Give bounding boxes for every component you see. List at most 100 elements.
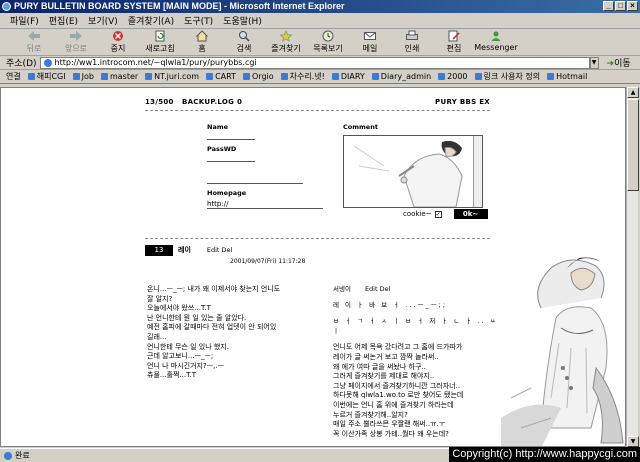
- stop-button[interactable]: 중지: [98, 30, 138, 54]
- name-field[interactable]: [207, 139, 255, 140]
- scroll-thumb[interactable]: [627, 99, 639, 191]
- menu-tools[interactable]: 도구(T): [184, 14, 213, 27]
- favorites-button[interactable]: 즐겨찾기: [266, 30, 306, 54]
- reply-line: 누르거 즐겨찾기해..알지?: [333, 410, 408, 419]
- edit-icon: [448, 30, 460, 42]
- stop-icon: [113, 31, 123, 41]
- history-icon: [322, 30, 334, 42]
- refresh-button[interactable]: 새로고침: [140, 30, 180, 54]
- home-button[interactable]: 홈: [182, 30, 222, 54]
- divider: [145, 238, 490, 239]
- forward-button[interactable]: 앞으로: [56, 30, 96, 54]
- password-field[interactable]: [207, 161, 255, 162]
- mail-button[interactable]: 메일: [350, 30, 390, 54]
- comment-scrollbar[interactable]: [473, 136, 482, 207]
- post-body: 온니...ㅡ_ㅡ; 내가 왜 이제서야 찾는지 언니도 잘 알지? 오늘에서야 …: [147, 285, 317, 381]
- link-item[interactable]: Hotmail: [547, 72, 587, 81]
- link-item[interactable]: 차수리.넷!: [280, 71, 325, 82]
- reply-spaced-line: 레 이 ㅏ 바 보 ㅓ ...ㅡ_ㅡ;;: [333, 300, 448, 309]
- cookie-checkbox[interactable]: ✓: [434, 210, 442, 218]
- menu-file[interactable]: 파일(F): [10, 14, 39, 27]
- homepage-field[interactable]: http://: [207, 200, 327, 208]
- toolbar: 뒤로 앞으로 중지 새로고침 홈 검색 즐겨찾기 목록보기 메일 인쇄 편집 M…: [0, 30, 640, 56]
- comment-area: Comment: [343, 123, 488, 208]
- link-item[interactable]: 해피CGI: [27, 71, 66, 82]
- back-arrow-icon: [28, 31, 40, 41]
- menu-edit[interactable]: 편집(E): [49, 14, 78, 27]
- vertical-scrollbar[interactable]: ▲ ▼: [626, 87, 639, 447]
- search-button[interactable]: 검색: [224, 30, 264, 54]
- reply-line: 하다못해 qlwla1.wo.to 로만 찾어도 됐는데: [333, 391, 464, 400]
- cookie-label: cookie~: [403, 210, 432, 218]
- page-icon: [100, 73, 108, 80]
- page-icon: [206, 73, 214, 80]
- link-item[interactable]: DIARY: [331, 72, 365, 81]
- scroll-down-button[interactable]: ▼: [627, 436, 639, 447]
- link-item[interactable]: NT.juri.com: [145, 72, 199, 81]
- link-item[interactable]: Job: [72, 72, 94, 81]
- cookie-row: cookie~ ✓ 0k~: [403, 209, 488, 219]
- history-button[interactable]: 목록보기: [308, 30, 348, 54]
- reply-header: 서넹이 Edit Del: [333, 285, 508, 295]
- maximize-button[interactable]: □: [615, 1, 626, 11]
- link-item[interactable]: 링크 사용자 정의: [474, 71, 540, 82]
- reply-line: 레이가 글 써논거 보고 깜짝 놀라써..: [333, 352, 439, 361]
- reply-spaced-line: ㅂ ㅓ ㄱ ㅓ ㅅ ㅣ ㅂ ㅓ 저 ㅏ ㄴ ㅏ .. ㅆ ㅣ: [333, 317, 498, 335]
- go-arrow-icon: ➜: [606, 59, 615, 69]
- board-brand: PURY BBS EX: [435, 98, 490, 106]
- window-controls: _ □ ×: [603, 1, 638, 11]
- post-number: 13: [145, 244, 173, 256]
- reply-line: 왜 에가 여따 글을 써놨나 하구..: [333, 362, 426, 371]
- reply-block: 서넹이 Edit Del 레 이 ㅏ 바 보 ㅓ ...ㅡ_ㅡ;; ㅂ ㅓ ㄱ …: [333, 285, 508, 439]
- post-count: 13/500 BACKUP.LOG 0: [145, 98, 243, 106]
- link-item[interactable]: 2000: [438, 72, 468, 81]
- messenger-button[interactable]: Messenger: [474, 30, 518, 52]
- post-author: 레이: [178, 246, 191, 254]
- post-entry: 13 레이 Edit Del 2001/09/07(Fri) 11:17:28: [145, 234, 490, 265]
- reply-line: 언니도 어제 목욕 갔다려고 그 홈에 드가따가: [333, 343, 463, 352]
- woman-illustration: [501, 257, 624, 446]
- post-edit-del[interactable]: Edit Del: [207, 246, 232, 254]
- reply-line: 매일 주소 뿔라쓰믄 우짤랜 해써..ㅠ.ㅜ: [333, 420, 446, 429]
- page-icon: [474, 73, 482, 80]
- post-line: 온니...ㅡ_ㅡ; 내가 왜 이제서야 찾는지 언니도: [147, 285, 281, 293]
- menu-help[interactable]: 도움말(H): [223, 14, 262, 27]
- page-icon: [27, 73, 35, 80]
- woman-illustration: [353, 140, 463, 207]
- ie-page-icon: [4, 451, 12, 460]
- link-item[interactable]: Orgio: [243, 72, 274, 81]
- minimize-button[interactable]: _: [603, 1, 614, 11]
- menu-favorites[interactable]: 즐겨찾기(A): [128, 14, 174, 27]
- title-bar[interactable]: PURY BULLETIN BOARD SYSTEM [MAIN MODE] -…: [0, 0, 640, 13]
- board-header: 13/500 BACKUP.LOG 0 PURY BBS EX: [145, 98, 490, 106]
- post-line: 길래...: [147, 332, 167, 341]
- scroll-up-button[interactable]: ▲: [627, 87, 639, 98]
- favorites-icon: [279, 30, 293, 42]
- menu-view[interactable]: 보기(V): [88, 14, 118, 27]
- go-button[interactable]: ➜이동: [607, 56, 631, 69]
- edit-button[interactable]: 편집: [434, 30, 474, 54]
- ok-button[interactable]: 0k~: [453, 209, 488, 219]
- post-line: 예전 홈피에 갈때마다 전혀 업뎃이 안 되어있: [147, 323, 277, 332]
- links-bar: 연결 해피CGI Job master NT.juri.com CART Org…: [0, 70, 640, 84]
- link-item[interactable]: CART: [206, 72, 236, 81]
- post-line: 오늘에서야 왔쓰...T.T: [147, 304, 211, 313]
- mail-icon: [364, 32, 376, 40]
- bbs-board: 13/500 BACKUP.LOG 0 PURY BBS EX Name Pas…: [145, 98, 490, 265]
- link-item[interactable]: master: [100, 72, 138, 81]
- address-dropdown-button[interactable]: ▼: [589, 56, 599, 69]
- print-button[interactable]: 인쇄: [392, 30, 432, 54]
- email-field[interactable]: [207, 183, 303, 184]
- back-button[interactable]: 뒤로: [14, 30, 54, 54]
- comment-textarea[interactable]: [343, 135, 483, 208]
- post-line: 언니한테 무슨 일 있나 했지.: [147, 342, 229, 351]
- reply-line: 그냥 페이지에서 즐겨찾기하니깐 그러자너..: [333, 381, 461, 390]
- address-input[interactable]: http://ww1.introcom.net/~qlwla1/pury/pur…: [39, 56, 590, 69]
- reply-edit-del[interactable]: Edit Del: [365, 285, 390, 295]
- page-icon: [547, 73, 555, 80]
- link-item[interactable]: Diary_admin: [371, 72, 431, 81]
- forward-arrow-icon: [70, 31, 82, 41]
- page-icon: [145, 73, 153, 80]
- close-button[interactable]: ×: [627, 1, 638, 11]
- address-label: 주소(D): [6, 59, 37, 69]
